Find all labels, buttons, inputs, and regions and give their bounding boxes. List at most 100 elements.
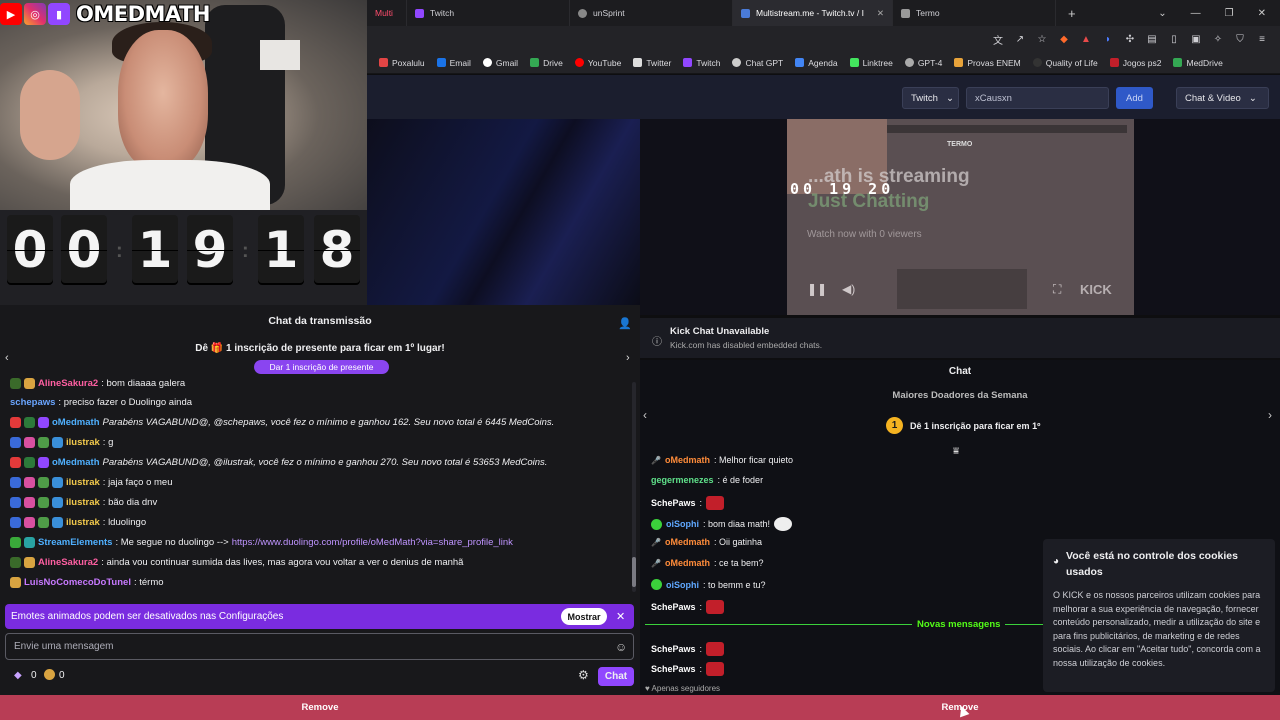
user-badge-icon[interactable] — [10, 437, 21, 448]
kick-username[interactable]: oiSophi — [666, 519, 699, 529]
multi-label[interactable]: Multi — [367, 0, 407, 26]
chat-username[interactable]: AlineSakura2 — [38, 378, 98, 389]
chat-username[interactable]: AlineSakura2 — [38, 557, 98, 568]
bookmark-agenda[interactable]: Agenda — [795, 58, 838, 68]
reader-icon[interactable]: ▯ — [1168, 34, 1180, 45]
user-badge-icon[interactable] — [10, 537, 21, 548]
brave-rewards-icon[interactable]: ▲ — [1080, 34, 1092, 45]
user-badge-icon[interactable] — [24, 378, 35, 389]
bookmark-gpt4[interactable]: GPT-4 — [904, 58, 942, 68]
bookmark-twitter[interactable]: Twitter — [633, 58, 671, 68]
kick-video-player[interactable]: TERMO Watch now with 0 viewers ❚❚ ◀) ⛶ K… — [787, 119, 1134, 315]
kick-username[interactable]: SchePaws — [651, 602, 696, 612]
users-icon[interactable]: 👤 — [618, 317, 632, 330]
kick-username[interactable]: oMedmath — [665, 537, 710, 547]
kick-username[interactable]: SchePaws — [651, 498, 696, 508]
user-badge-icon[interactable] — [24, 517, 35, 528]
chat-username[interactable]: ilustrak — [66, 477, 100, 488]
channel-points-icon[interactable] — [44, 669, 55, 680]
remove-left-button[interactable]: Remove — [0, 695, 640, 720]
kick-username[interactable]: oMedmath — [665, 455, 710, 465]
user-badge-icon[interactable] — [24, 457, 35, 468]
user-badge-icon[interactable] — [24, 557, 35, 568]
message-input[interactable]: Envie uma mensagem — [5, 633, 634, 660]
user-badge-icon[interactable] — [10, 517, 21, 528]
layout-select[interactable]: Chat & Video ⌄ — [1176, 87, 1269, 109]
bookmark-gmail[interactable]: Gmail — [482, 58, 518, 68]
platform-select[interactable]: Twitch ⌄ — [902, 87, 959, 109]
close-icon[interactable]: ✕ — [616, 610, 625, 623]
user-badge-icon[interactable] — [10, 577, 21, 588]
chat-username[interactable]: ilustrak — [66, 497, 100, 508]
bookmark-quality-of-life[interactable]: Quality of Life — [1032, 58, 1098, 68]
bookmark-chatgpt[interactable]: Chat GPT — [732, 58, 783, 68]
user-badge-icon[interactable] — [38, 417, 49, 428]
kick-username[interactable]: gegermenezes — [651, 475, 714, 485]
bookmark-twitch[interactable]: Twitch — [683, 58, 720, 68]
chat-username[interactable]: schepaws — [10, 397, 55, 408]
bookmark-drive[interactable]: Drive — [530, 58, 563, 68]
bookmark-youtube[interactable]: YouTube — [574, 58, 621, 68]
kick-username[interactable]: oiSophi — [666, 580, 699, 590]
settings-icon[interactable]: ⚙ — [578, 668, 589, 682]
prev-arrow-icon[interactable]: ‹ — [643, 408, 647, 422]
user-badge-icon[interactable] — [38, 457, 49, 468]
emote-icon[interactable]: ☺ — [615, 640, 627, 654]
tab-list-icon[interactable]: ⌄ — [1158, 8, 1166, 19]
show-button[interactable]: Mostrar — [561, 608, 607, 625]
user-badge-icon[interactable] — [52, 517, 63, 528]
chat-link[interactable]: https://www.duolingo.com/profile/oMedMat… — [232, 537, 513, 548]
chat-username[interactable]: LuisNoComecoDoTunel — [24, 577, 131, 588]
bookmark-linktree[interactable]: Linktree — [849, 58, 893, 68]
user-badge-icon[interactable] — [24, 497, 35, 508]
wallet-icon[interactable]: ◗ — [1102, 34, 1114, 45]
chat-username[interactable]: oMedmath — [52, 417, 100, 428]
extensions-icon[interactable]: ✣ — [1124, 34, 1136, 45]
share-icon[interactable]: ↗ — [1014, 34, 1026, 45]
pause-icon[interactable]: ❚❚ — [807, 282, 827, 296]
close-tab-icon[interactable]: ✕ — [877, 8, 884, 19]
chat-send-button[interactable]: Chat — [598, 667, 634, 686]
wallet2-icon[interactable]: ▣ — [1190, 34, 1202, 45]
bookmark-provas-enem[interactable]: Provas ENEM — [954, 58, 1021, 68]
chat-scrollbar[interactable] — [632, 382, 636, 592]
next-arrow-icon[interactable]: › — [1268, 408, 1272, 422]
channel-input[interactable]: xCausxn — [966, 87, 1109, 109]
tab-twitch[interactable]: Twitch — [407, 0, 570, 26]
bookmark-meddrive[interactable]: MedDrive — [1173, 58, 1223, 68]
chat-username[interactable]: ilustrak — [66, 437, 100, 448]
volume-icon[interactable]: ◀) — [842, 282, 855, 296]
user-badge-icon[interactable] — [10, 557, 21, 568]
tab-unsprint[interactable]: unSprint — [570, 0, 733, 26]
maximize-icon[interactable]: ❐ — [1225, 8, 1234, 19]
chat-username[interactable]: oMedmath — [52, 457, 100, 468]
user-badge-icon[interactable] — [10, 417, 21, 428]
kick-username[interactable]: SchePaws — [651, 644, 696, 654]
chat-username[interactable]: StreamElements — [38, 537, 112, 548]
add-button[interactable]: Add — [1116, 87, 1153, 109]
sidebar-icon[interactable]: ▤ — [1146, 34, 1158, 45]
user-badge-icon[interactable] — [24, 437, 35, 448]
user-badge-icon[interactable] — [52, 497, 63, 508]
user-badge-icon[interactable] — [52, 437, 63, 448]
kick-username[interactable]: SchePaws — [651, 664, 696, 674]
new-tab-button[interactable]: + — [1056, 6, 1076, 21]
scrollbar-thumb[interactable] — [632, 557, 636, 587]
kick-username[interactable]: oMedmath — [665, 558, 710, 568]
bookmark-jogos-ps2[interactable]: Jogos ps2 — [1109, 58, 1161, 68]
user-badge-icon[interactable] — [10, 497, 21, 508]
bookmark-poxalulu[interactable]: Poxalulu — [379, 58, 425, 68]
user-badge-icon[interactable] — [24, 477, 35, 488]
user-badge-icon[interactable] — [38, 497, 49, 508]
close-window-icon[interactable]: ✕ — [1258, 8, 1266, 19]
user-badge-icon[interactable] — [52, 477, 63, 488]
star-icon[interactable]: ☆ — [1036, 34, 1048, 45]
translate-icon[interactable]: 文 — [992, 32, 1004, 47]
tab-termo[interactable]: Termo — [893, 0, 1056, 26]
chat-username[interactable]: ilustrak — [66, 517, 100, 528]
vpn-icon[interactable]: ⛉ — [1234, 34, 1246, 45]
user-badge-icon[interactable] — [10, 477, 21, 488]
user-badge-icon[interactable] — [38, 517, 49, 528]
user-badge-icon[interactable] — [10, 378, 21, 389]
pinned-icon[interactable]: ⩸ — [953, 446, 959, 457]
